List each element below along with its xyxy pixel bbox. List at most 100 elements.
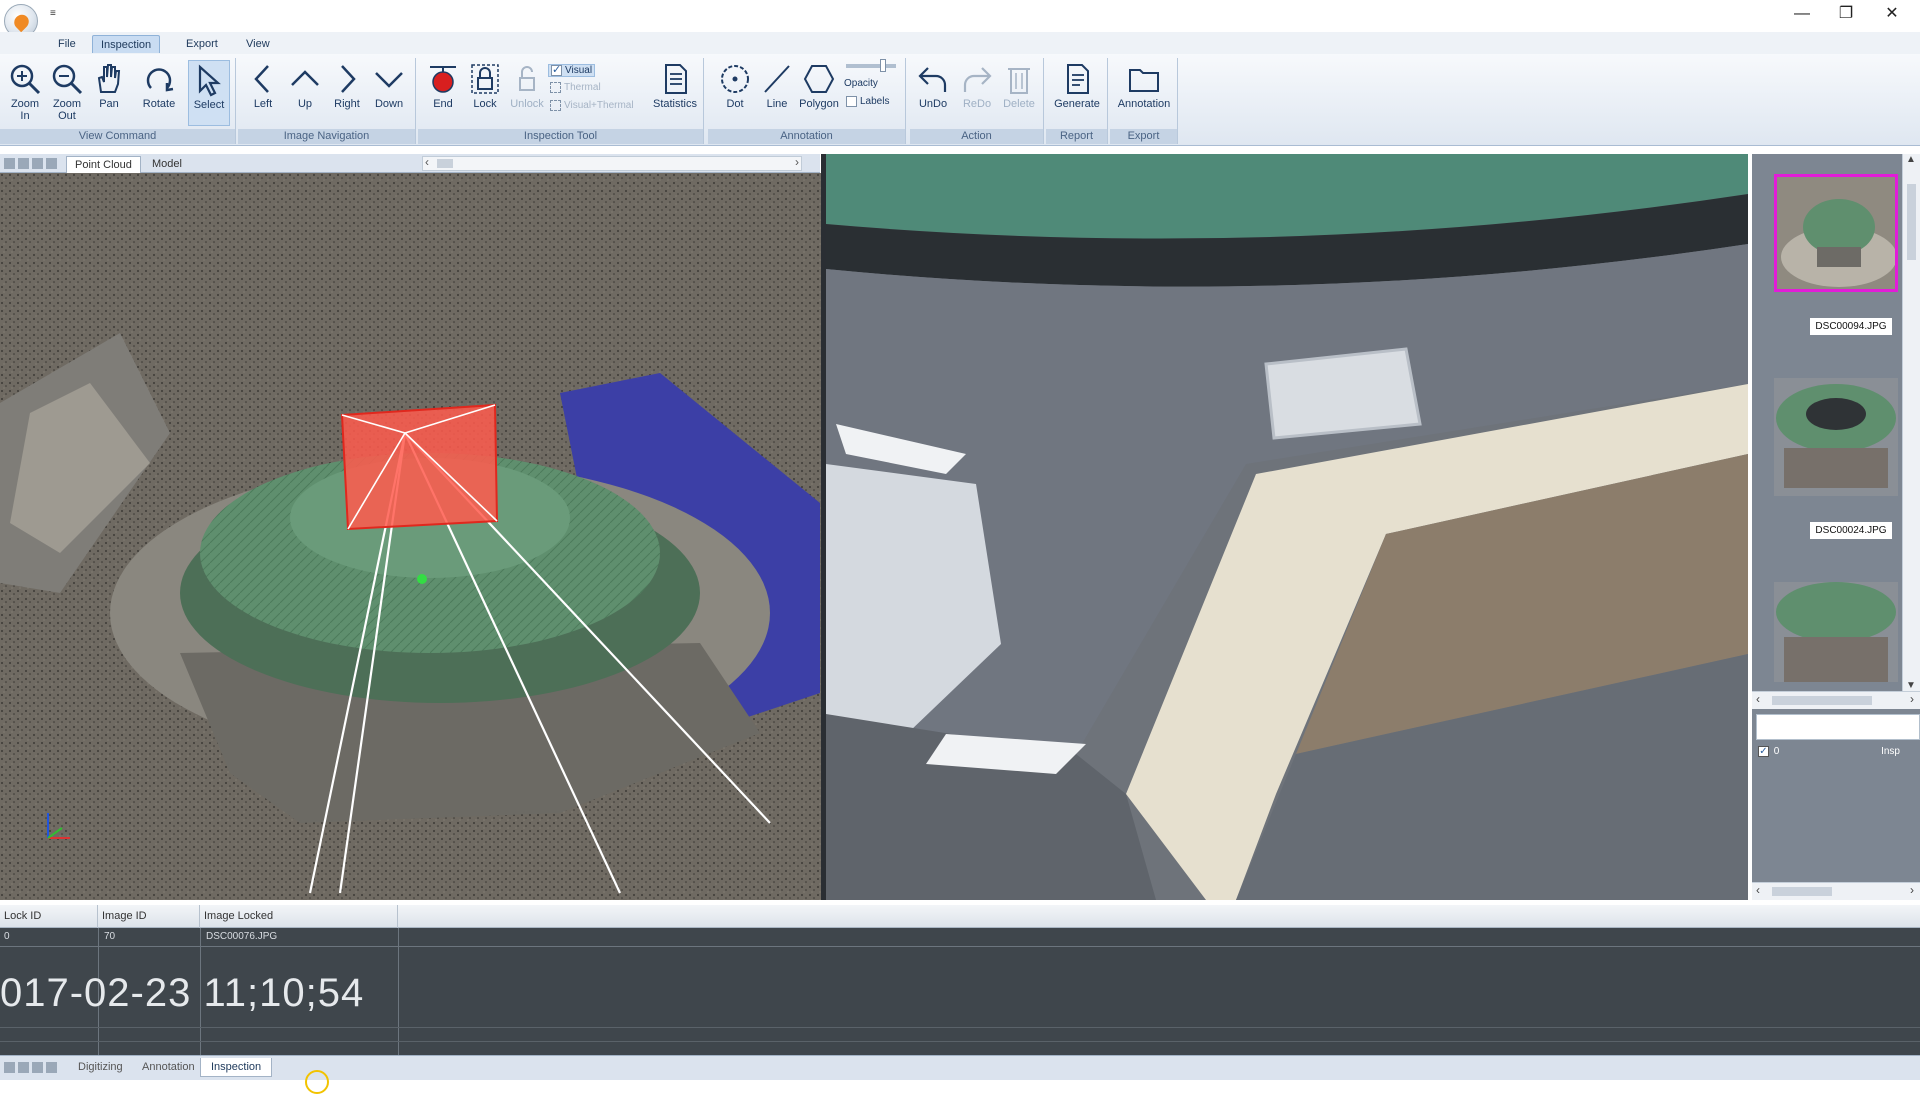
undo-button[interactable]: UnDo [912,60,954,126]
tab-nav-prev[interactable] [18,158,29,169]
thumbnail-label-2: DSC00024.JPG [1810,522,1892,539]
menu-bar: File Inspection Export View [0,32,1920,54]
left-button[interactable]: Left [242,60,284,126]
column-header-image-id[interactable]: Image ID [98,905,200,928]
opacity-slider[interactable] [846,59,896,72]
dot-label: Dot [726,98,744,110]
thumbnail-vertical-scrollbar[interactable]: ▲ ▼ [1902,154,1920,691]
insp-label: Insp [1881,746,1900,757]
tab-nav-prev[interactable] [18,1062,29,1073]
tab-scrollbar[interactable]: ‹ › [422,155,802,171]
menu-export[interactable]: Export [178,35,226,53]
thumbnail-horizontal-scrollbar[interactable]: ‹ › [1752,691,1920,709]
statistics-button[interactable]: Statistics [650,60,700,126]
labels-label: Labels [860,96,890,108]
checkbox-icon [846,96,857,107]
line-button[interactable]: Line [756,60,798,126]
tab-digitizing[interactable]: Digitizing [68,1058,133,1077]
lock-button[interactable]: Lock [464,60,506,126]
opacity-slider-handle[interactable] [880,59,886,72]
scroll-left-icon[interactable]: ‹ [1756,692,1760,706]
visual-thermal-checkbox[interactable]: Visual+Thermal [550,100,634,111]
group-view-command: Zoom In Zoom Out Pan Rotate Select View … [0,58,236,144]
horizontal-scrollbar-thumb[interactable] [1772,696,1872,705]
up-button[interactable]: Up [284,60,326,126]
chevron-down-icon [375,72,403,88]
scroll-right-icon[interactable]: › [1910,692,1914,706]
horizontal-scrollbar-thumb[interactable] [1772,887,1832,896]
visual-checkbox[interactable]: Visual [548,63,596,78]
lock-data-grid: Lock ID Image ID Image Locked 0 70 DSC00… [0,905,1920,1055]
select-button[interactable]: Select [188,60,230,126]
hand-icon [97,64,121,93]
tab-annotation[interactable]: Annotation [132,1058,205,1077]
cell-lock-id[interactable]: 0 [0,931,10,942]
thumbnail-list[interactable]: DSC00094.JPG DSC00024.JPG [1752,154,1902,691]
tab-nav-first[interactable] [4,1062,15,1073]
column-header-image-locked[interactable]: Image Locked [200,905,398,928]
point-cloud-viewport[interactable] [0,173,821,900]
tab-nav-first[interactable] [4,158,15,169]
group-label-annotation: Annotation [708,129,905,144]
menu-file[interactable]: File [50,35,84,53]
pan-button[interactable]: Pan [88,60,130,126]
left-label: Left [253,98,273,110]
quick-access-toolbar[interactable]: ≡ [50,8,56,19]
thumbnail-dome-photo [1774,582,1898,682]
zoom-out-button[interactable]: Zoom Out [46,60,88,126]
menu-view[interactable]: View [238,35,278,53]
scroll-right-icon[interactable]: › [1910,883,1914,897]
image-viewport[interactable] [826,154,1748,900]
minimize-button[interactable]: — [1782,2,1822,26]
chevron-left-icon [254,65,269,93]
down-button[interactable]: Down [368,60,410,126]
restore-button[interactable]: ❐ [1826,2,1866,26]
scroll-down-icon[interactable]: ▼ [1906,680,1916,691]
dot-button[interactable]: Dot [714,60,756,126]
thumbnail-image-2[interactable] [1774,378,1898,496]
scroll-up-icon[interactable]: ▲ [1906,154,1916,165]
delete-label: Delete [1003,98,1035,110]
checkbox-checked-icon[interactable]: ✓ [1758,746,1769,757]
tab-scrollbar-thumb[interactable] [437,159,453,168]
vertical-scrollbar-thumb[interactable] [1907,184,1916,260]
rotate-button[interactable]: Rotate [138,60,180,126]
tab-point-cloud[interactable]: Point Cloud [66,156,141,173]
checkbox-icon [550,100,561,111]
thumbnail-image-1[interactable] [1774,174,1898,292]
image-filter-input[interactable] [1756,714,1920,740]
thumbnail-image-3[interactable] [1774,582,1898,682]
scroll-left-icon[interactable]: ‹ [425,155,429,169]
unlock-button[interactable]: Unlock [506,60,548,126]
tab-nav-next[interactable] [32,1062,43,1073]
labels-checkbox[interactable]: Labels [846,96,889,107]
group-export: Annotation Export [1110,58,1178,144]
tab-model[interactable]: Model [144,156,190,173]
delete-button[interactable]: Delete [998,60,1040,126]
polygon-button[interactable]: Polygon [798,60,840,126]
side-panel-horizontal-scrollbar[interactable]: ‹ › [1752,882,1920,900]
thermal-checkbox[interactable]: Thermal [550,82,601,93]
scroll-left-icon[interactable]: ‹ [1756,883,1760,897]
redo-button[interactable]: ReDo [956,60,998,126]
tab-nav-last[interactable] [46,1062,57,1073]
tab-inspection[interactable]: Inspection [200,1058,273,1077]
column-header-lock-id[interactable]: Lock ID [0,905,98,928]
cell-image-locked[interactable]: DSC00076.JPG [202,931,277,942]
zoom-in-button[interactable]: Zoom In [4,60,46,126]
group-label-view-command: View Command [0,129,235,144]
tab-nav-last[interactable] [46,158,57,169]
scroll-right-icon[interactable]: › [795,155,799,169]
cell-image-id[interactable]: 70 [100,931,115,942]
generate-button[interactable]: Generate [1050,60,1104,126]
thumbnail-dome-photo [1774,378,1898,496]
right-button[interactable]: Right [326,60,368,126]
aerial-photo [826,154,1748,900]
close-button[interactable]: ✕ [1872,2,1912,26]
tab-nav-next[interactable] [32,158,43,169]
menu-inspection[interactable]: Inspection [92,35,161,53]
chevron-up-icon [291,70,319,86]
annotation-export-button[interactable]: Annotation [1112,60,1176,126]
end-button[interactable]: End [422,60,464,126]
dot-target-icon [721,65,749,93]
